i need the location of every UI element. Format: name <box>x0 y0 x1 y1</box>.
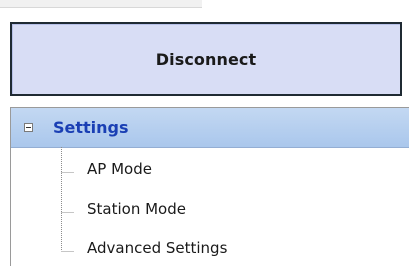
tree-item-advanced-settings[interactable]: Advanced Settings <box>87 239 227 257</box>
tree-header-label: Settings <box>53 118 129 137</box>
disconnect-button[interactable]: Disconnect <box>10 22 402 96</box>
tree-item-station-mode[interactable]: Station Mode <box>87 200 186 218</box>
app-window: Disconnect Settings AP Mode Station Mode… <box>0 0 409 266</box>
tree-header-settings[interactable]: Settings <box>11 108 409 148</box>
settings-tree: Settings AP Mode Station Mode Advanced S… <box>10 107 409 266</box>
top-strip <box>0 0 202 8</box>
disconnect-label: Disconnect <box>155 49 257 69</box>
minus-icon <box>26 127 31 128</box>
tree-item-ap-mode[interactable]: AP Mode <box>87 160 152 178</box>
collapse-toggle-icon[interactable] <box>24 123 33 132</box>
